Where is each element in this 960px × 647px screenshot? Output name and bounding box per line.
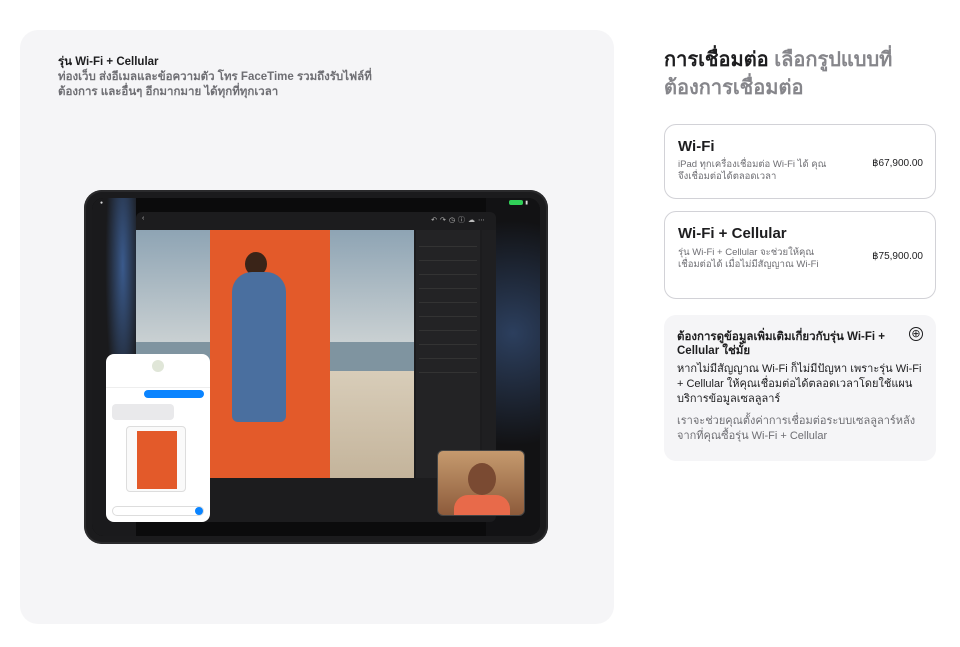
cellular-info-card[interactable]: ต้องการดูข้อมูลเพิ่มเติมเกี่ยวกับรุ่น Wi… <box>664 315 936 461</box>
avatar <box>152 360 164 372</box>
info-title: ต้องการดูข้อมูลเพิ่มเติมเกี่ยวกับรุ่น Wi… <box>677 331 886 357</box>
adjustment-row <box>419 331 477 345</box>
option-title: Wi-Fi + Cellular <box>678 225 787 242</box>
gallery-caption: รุ่น Wi-Fi + Cellular ท่องเว็บ ส่งอีเมลแ… <box>58 55 398 100</box>
adjustment-row <box>419 317 477 331</box>
option-title: Wi-Fi <box>678 138 715 155</box>
facetime-face <box>468 463 496 495</box>
option-wifi-cellular-card[interactable]: Wi-Fi + Cellular รุ่น Wi-Fi + Cellular จ… <box>664 211 936 299</box>
editor-toolbar: ‹ ↶↷◷ⓘ☁⋯ <box>136 212 496 228</box>
adjustments-panel <box>416 230 480 478</box>
message-photo-card <box>126 426 186 492</box>
option-wifi-card[interactable]: Wi-Fi iPad ทุกเครื่องเชื่อมต่อ Wi-Fi ได้… <box>664 124 936 199</box>
option-price: ฿75,900.00 <box>872 251 923 262</box>
info-body: หากไม่มีสัญญาณ Wi-Fi ก็ไม่มีปัญหา เพราะร… <box>677 363 922 405</box>
option-description: iPad ทุกเครื่องเชื่อมต่อ Wi-Fi ได้ คุณจึ… <box>678 159 827 182</box>
message-bubble-sent <box>144 390 204 398</box>
adjustment-row <box>419 275 477 289</box>
info-note: เราจะช่วยคุณตั้งค่าการเชื่อมต่อระบบเซลลู… <box>677 415 916 442</box>
adjustment-row <box>419 303 477 317</box>
heading-strong: การเชื่อมต่อ <box>664 49 769 71</box>
send-arrow-icon <box>195 507 203 515</box>
ipad-screen: ● ▮ ‹ ↶↷◷ⓘ☁⋯ <box>92 198 540 536</box>
back-chevron-icon: ‹ <box>142 215 145 222</box>
battery-icon: ▮ <box>509 200 528 206</box>
messages-app <box>106 354 210 522</box>
status-bar: ● ▮ <box>92 198 540 208</box>
messages-header <box>106 354 210 388</box>
adjustment-row <box>419 345 477 359</box>
message-photo <box>137 431 177 489</box>
option-price: ฿67,900.00 <box>872 158 923 169</box>
adjustment-row <box>419 261 477 275</box>
photo-figure-body <box>232 272 286 422</box>
ipad-image: ● ▮ ‹ ↶↷◷ⓘ☁⋯ <box>84 190 548 544</box>
gallery-caption-title: รุ่น Wi-Fi + Cellular <box>58 56 159 68</box>
adjustment-row <box>419 359 477 373</box>
adjustment-row <box>419 233 477 247</box>
option-description: รุ่น Wi-Fi + Cellular จะช่วยให้คุณเชื่อม… <box>678 247 819 270</box>
plus-circle-icon[interactable]: ⊕ <box>909 327 923 341</box>
status-time-icon: ● <box>100 200 104 206</box>
message-input <box>112 506 204 516</box>
gallery-caption-body: ท่องเว็บ ส่งอีเมลและข้อความตัว โทร FaceT… <box>58 71 372 98</box>
adjustment-row <box>419 247 477 261</box>
facetime-shirt <box>454 495 510 515</box>
connectivity-heading: การเชื่อมต่อ เลือกรูปแบบที่ต้องการเชื่อม… <box>664 46 934 102</box>
product-gallery: รุ่น Wi-Fi + Cellular ท่องเว็บ ส่งอีเมลแ… <box>20 30 614 624</box>
facetime-window <box>437 450 525 516</box>
message-bubble-received <box>112 404 174 420</box>
tool-strip <box>482 230 496 478</box>
adjustment-row <box>419 289 477 303</box>
toolbar-icons: ↶↷◷ⓘ☁⋯ <box>431 217 488 224</box>
